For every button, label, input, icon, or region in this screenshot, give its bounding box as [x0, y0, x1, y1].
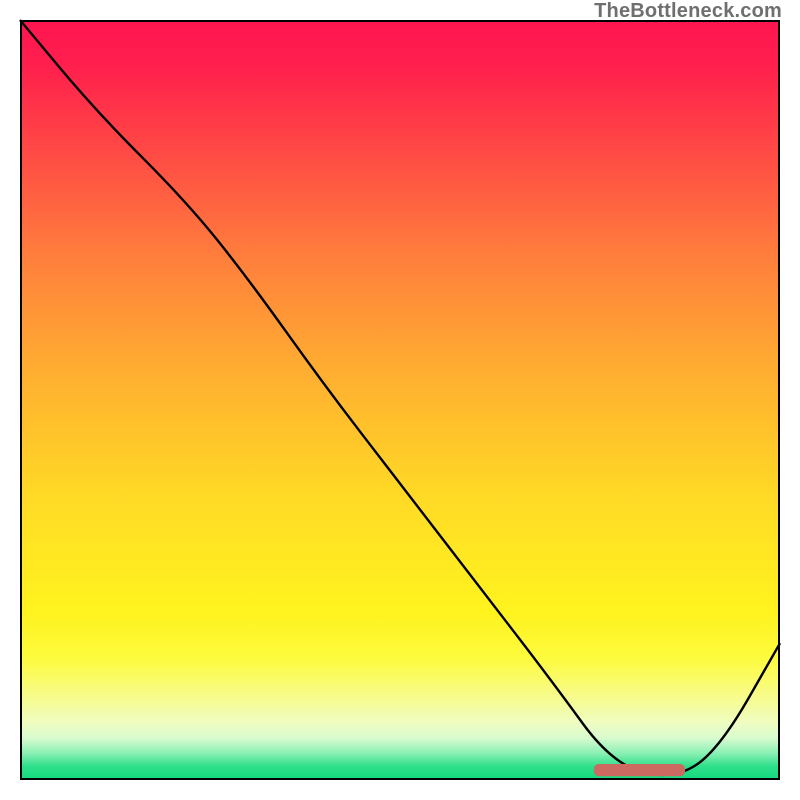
minimum-band [594, 764, 685, 776]
bottleneck-curve [20, 20, 780, 775]
plot-area [20, 20, 780, 780]
curve-layer [20, 20, 780, 780]
chart-stage: TheBottleneck.com [0, 0, 800, 800]
